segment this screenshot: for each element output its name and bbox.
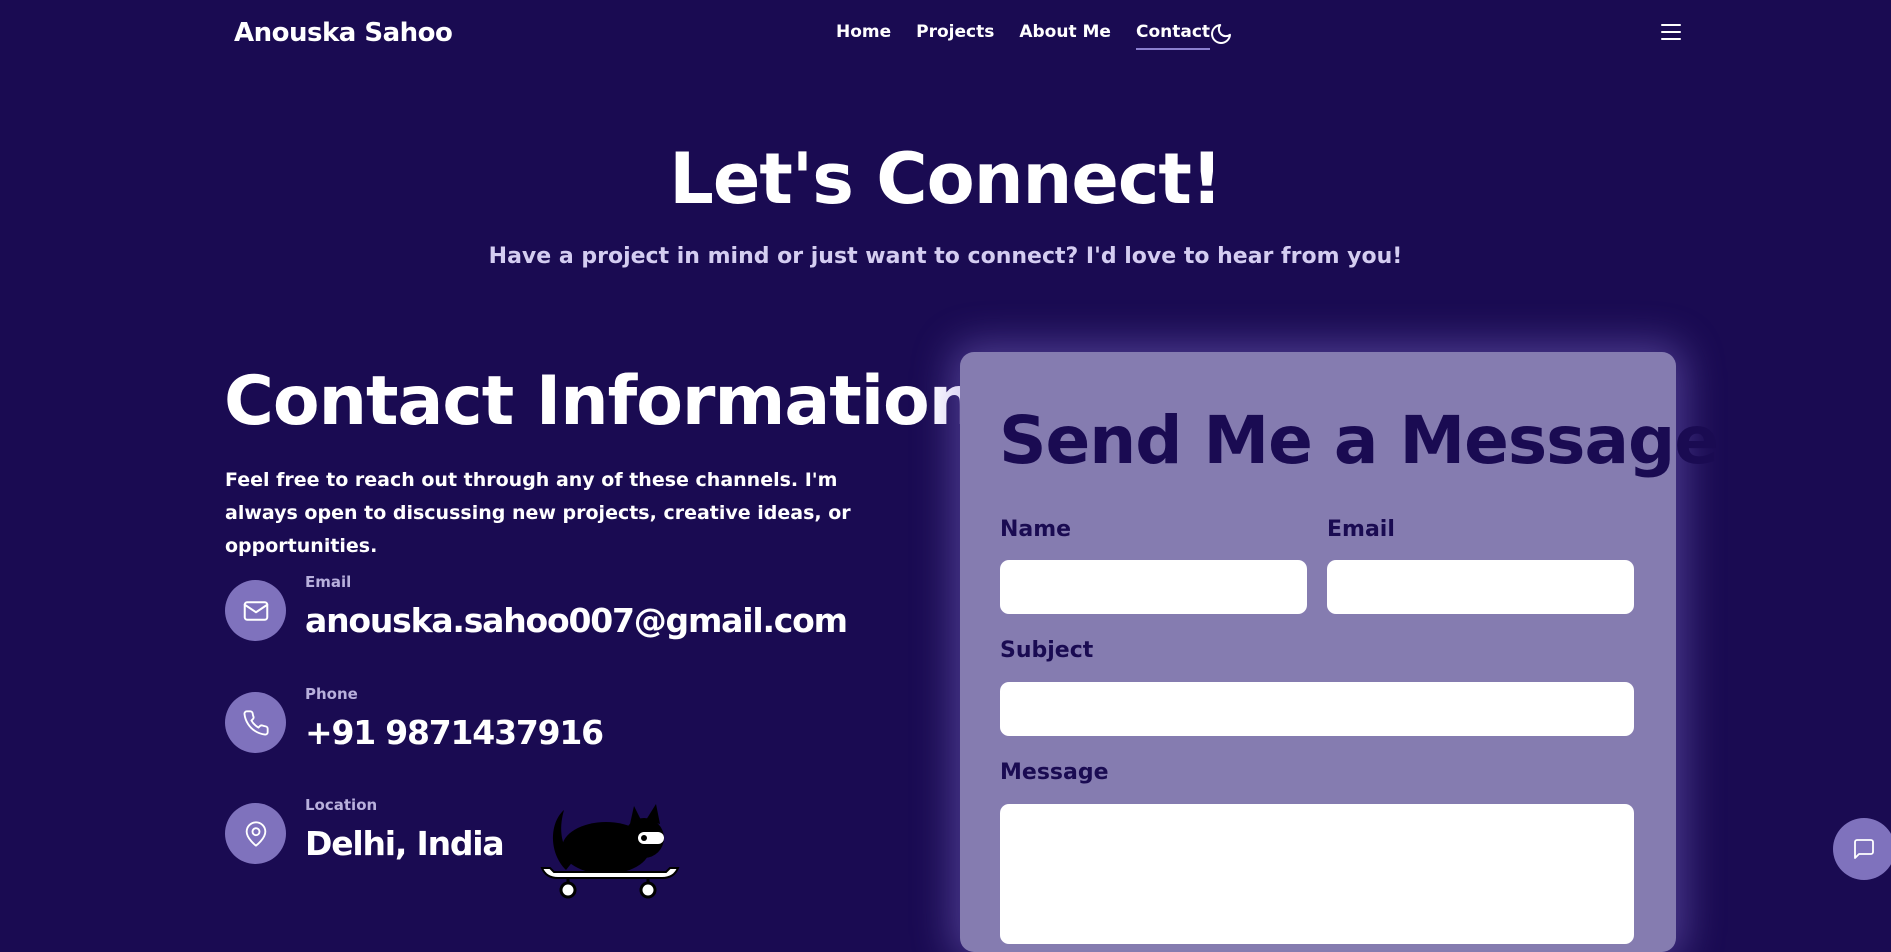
contact-info-description: Feel free to reach out through any of th… [225, 469, 851, 557]
email-input[interactable] [1327, 560, 1634, 614]
cat-skateboard-illustration [538, 782, 682, 904]
contact-item-location: Location Delhi, India [225, 796, 825, 883]
contact-item-label: Location [305, 796, 378, 814]
location-value: Delhi, India [305, 824, 505, 863]
chat-bubble-icon[interactable] [1833, 818, 1891, 880]
mail-icon [225, 580, 286, 641]
contact-item-label: Email [305, 573, 352, 591]
form-title: Send Me a Message [999, 402, 1719, 479]
contact-item-email: Email anouska.sahoo007@gmail.com [225, 573, 848, 660]
phone-link[interactable]: +91 9871437916 [305, 713, 604, 752]
site-brand[interactable]: Anouska Sahoo [234, 18, 453, 48]
map-pin-icon [225, 803, 286, 864]
page-subtitle: Have a project in mind or just want to c… [488, 244, 1403, 269]
contact-item-phone: Phone +91 9871437916 [225, 685, 825, 772]
message-label: Message [1000, 760, 1109, 785]
nav-link-about-me[interactable]: About Me [1019, 22, 1111, 50]
phone-icon [225, 692, 286, 753]
nav-link-home[interactable]: Home [836, 22, 891, 50]
email-link[interactable]: anouska.sahoo007@gmail.com [305, 601, 848, 640]
top-navbar: Anouska Sahoo Home Projects About Me Con… [0, 0, 1891, 70]
subject-label: Subject [1000, 638, 1094, 663]
message-textarea[interactable] [1000, 804, 1634, 944]
hamburger-menu-icon[interactable] [1659, 20, 1683, 44]
name-input[interactable] [1000, 560, 1307, 614]
name-label: Name [1000, 517, 1072, 542]
nav-link-contact[interactable]: Contact [1135, 22, 1211, 50]
page-title: Let's Connect! [669, 138, 1223, 220]
nav-link-projects[interactable]: Projects [916, 22, 994, 50]
email-label: Email [1327, 517, 1395, 542]
contact-info-title: Contact Information [224, 362, 977, 441]
moon-icon[interactable] [1209, 22, 1233, 46]
message-form-card: Send Me a Message Name Email Subject Mes… [960, 352, 1719, 952]
subject-input[interactable] [1000, 682, 1634, 736]
contact-item-label: Phone [305, 685, 358, 703]
nav-links: Home Projects About Me Contact [836, 22, 1211, 50]
